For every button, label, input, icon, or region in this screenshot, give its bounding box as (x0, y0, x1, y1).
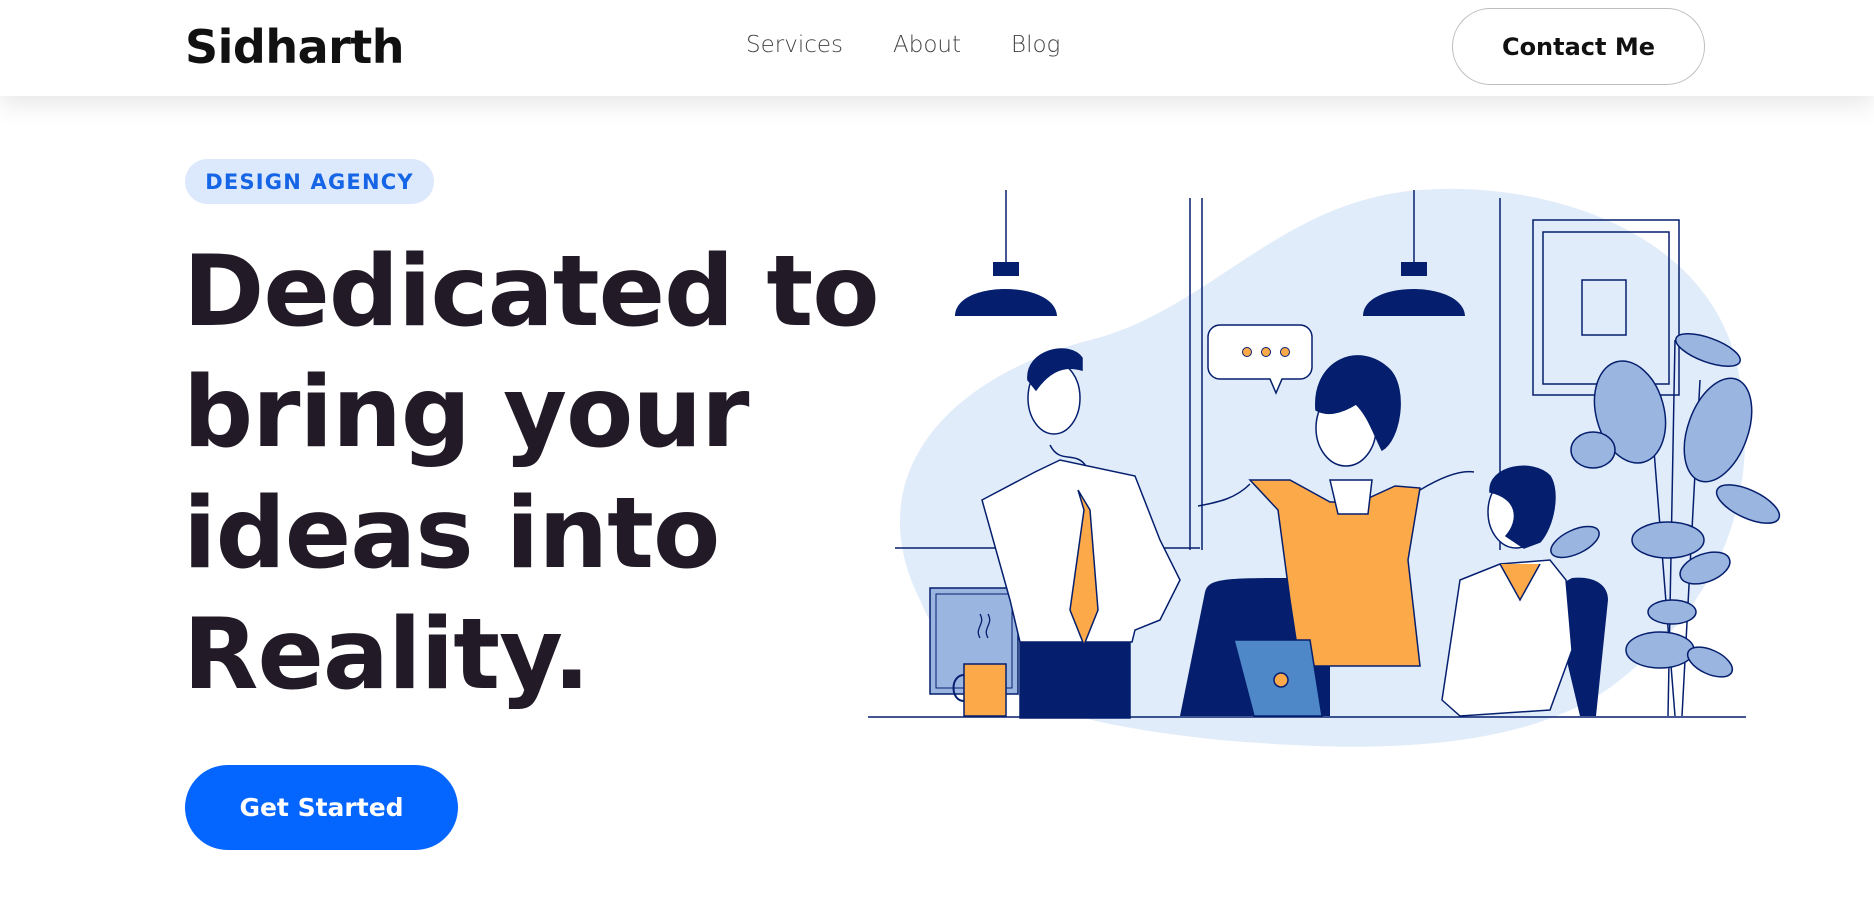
nav-link-services[interactable]: Services (746, 32, 843, 58)
nav-link-blog[interactable]: Blog (1011, 32, 1060, 58)
team-meeting-illustration (868, 188, 1781, 747)
top-navbar: Sidharth Services About Blog Contact Me (0, 0, 1874, 96)
main-nav: Services About Blog (746, 32, 1060, 58)
headline-line: bring your (183, 356, 749, 470)
get-started-button[interactable]: Get Started (185, 765, 458, 850)
headline-line: ideas into (183, 477, 720, 591)
hero-headline: Dedicated to bring your ideas into Reali… (183, 232, 880, 716)
ellipsis-icon (1242, 347, 1290, 357)
contact-me-button[interactable]: Contact Me (1452, 8, 1705, 85)
headline-line: Dedicated to (183, 235, 880, 349)
category-badge: DESIGN AGENCY (185, 159, 434, 204)
pendant-lamp-icon (955, 190, 1057, 316)
headline-line: Reality. (183, 598, 590, 712)
nav-link-about[interactable]: About (893, 32, 961, 58)
brand-logo[interactable]: Sidharth (185, 20, 405, 74)
